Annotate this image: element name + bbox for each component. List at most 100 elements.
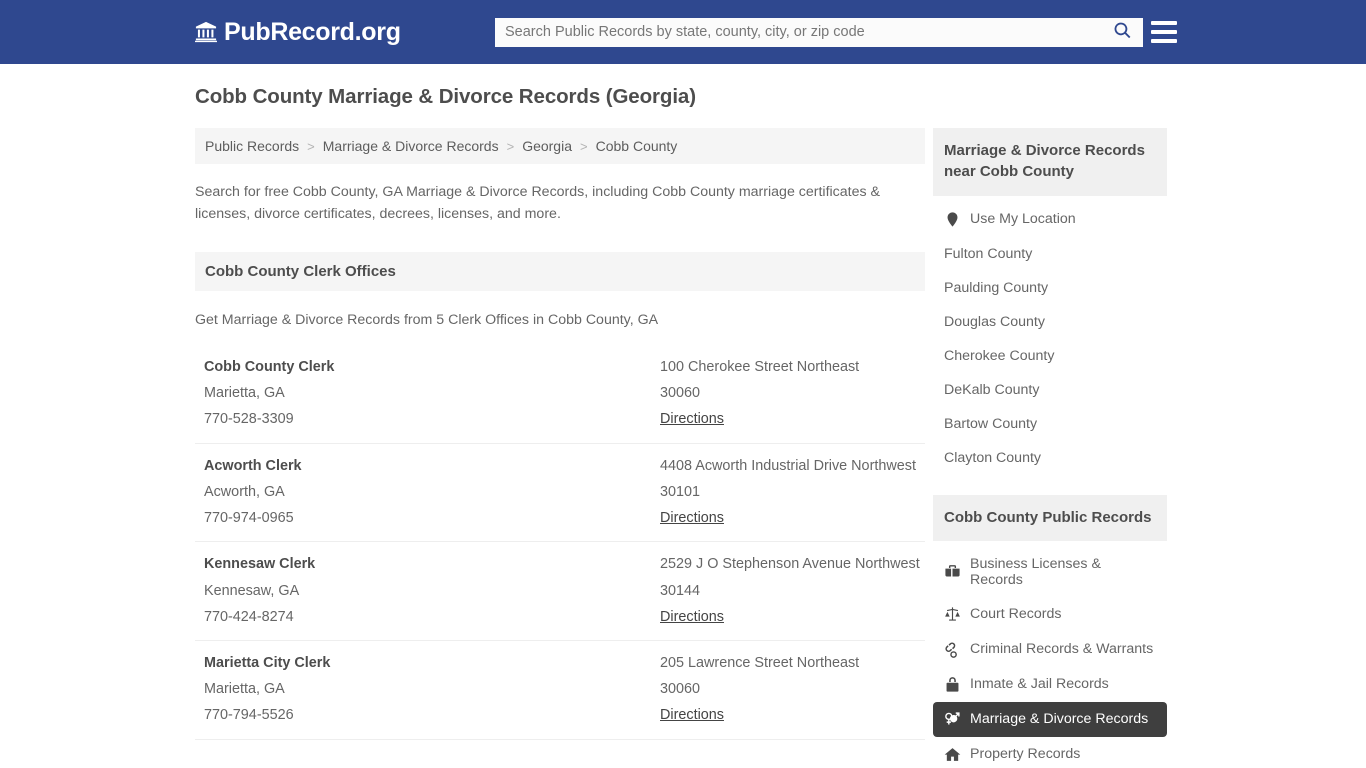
search-input[interactable] bbox=[495, 17, 1101, 47]
clerk-office-info: Kennesaw Clerk Kennesaw, GA 770-424-8274 bbox=[195, 551, 660, 630]
sidebar-nearby-links: Use My Location Fulton County Paulding Cou… bbox=[933, 196, 1167, 475]
clerk-office-zip: 30060 bbox=[660, 385, 701, 402]
search-bar[interactable] bbox=[495, 17, 1143, 47]
clerk-office-address: 4408 Acworth Industrial Drive Northwest bbox=[660, 457, 916, 474]
search-button[interactable] bbox=[1101, 18, 1143, 47]
search-icon bbox=[1113, 21, 1132, 43]
briefcase-icon bbox=[944, 563, 961, 580]
clerk-office-name: Kennesaw Clerk bbox=[204, 556, 316, 573]
handcuffs-icon bbox=[944, 641, 961, 658]
directions-link[interactable]: Directions bbox=[660, 406, 724, 432]
page-title: Cobb County Marriage & Divorce Records (… bbox=[195, 85, 696, 108]
clerk-office-row: Marietta City Clerk Marietta, GA 770-794-5… bbox=[195, 641, 925, 740]
site-logo-text: PubRecord.org bbox=[224, 17, 401, 46]
clerk-office-row: Cobb County Clerk Marietta, GA 770-528-330… bbox=[195, 345, 925, 444]
page-intro: Search for free Cobb County, GA Marriage… bbox=[195, 184, 880, 222]
clerk-office-address: 100 Cherokee Street Northeast bbox=[660, 359, 860, 375]
clerk-office-phone[interactable]: 770-424-8274 bbox=[204, 604, 660, 630]
clerk-office-zip: 30144 bbox=[660, 582, 701, 599]
sidebar-nearby-item-label: Fulton County bbox=[944, 245, 1033, 262]
clerk-offices-subheading: Get Marriage & Divorce Records from 5 Cl… bbox=[195, 312, 659, 328]
directions-link[interactable]: Directions bbox=[660, 505, 724, 531]
clerk-office-info: Acworth Clerk Acworth, GA 770-974-0965 bbox=[195, 453, 660, 532]
sidebar-record-item-business-licenses-records[interactable]: Business Licenses & Records bbox=[933, 547, 1167, 597]
clerk-office-city: Kennesaw, GA bbox=[204, 582, 300, 599]
clerk-offices-heading: Cobb County Clerk Offices bbox=[195, 252, 925, 291]
sidebar-nearby-item-label: DeKalb County bbox=[944, 381, 1040, 398]
sidebar-nearby-item-bartow-county[interactable]: Bartow County bbox=[933, 407, 1167, 441]
clerk-office-row: Acworth Clerk Acworth, GA 770-974-0965 4408… bbox=[195, 444, 925, 543]
menu-bar-1 bbox=[1151, 21, 1177, 25]
breadcrumb-item[interactable]: Georgia bbox=[522, 138, 572, 154]
sidebar-record-item-court-records[interactable]: Court Records bbox=[933, 597, 1167, 632]
clerk-office-address-block: 2529 J O Stephenson Avenue Northwest 3014… bbox=[660, 551, 925, 630]
clerk-office-info: Marietta City Clerk Marietta, GA 770-794-5… bbox=[195, 650, 660, 729]
page-body: Cobb County Marriage & Divorce Records (… bbox=[0, 64, 1366, 768]
breadcrumb: Public Records > Marriage & Divorce Record… bbox=[195, 128, 925, 164]
clerk-office-phone[interactable]: 770-794-5526 bbox=[204, 702, 660, 728]
clerk-office-address-block: 100 Cherokee Street Northeast 30060 Direct… bbox=[660, 354, 925, 433]
sidebar-nearby-heading: Marriage & Divorce Records near Cobb Cou… bbox=[933, 128, 1167, 196]
clerk-office-zip: 30101 bbox=[660, 483, 701, 500]
breadcrumb-item[interactable]: Marriage & Divorce Records bbox=[323, 138, 499, 154]
clerk-office-name: Acworth Clerk bbox=[204, 457, 302, 474]
breadcrumb-separator: > bbox=[580, 138, 588, 154]
clerk-office-address-block: 4408 Acworth Industrial Drive Northwest 3… bbox=[660, 453, 925, 532]
menu-bar-2 bbox=[1151, 30, 1177, 34]
sidebar-public-records-section: Cobb County Public Records Business Lice… bbox=[933, 494, 1167, 768]
sidebar-nearby-item-dekalb-county[interactable]: DeKalb County bbox=[933, 373, 1167, 407]
clerk-office-city: Acworth, GA bbox=[204, 483, 285, 500]
site-header: PubRecord.org bbox=[0, 0, 1366, 64]
menu-bar-3 bbox=[1151, 39, 1177, 43]
clerk-office-info: Cobb County Clerk Marietta, GA 770-528-330… bbox=[195, 354, 660, 433]
clerk-office-row: Kennesaw Clerk Kennesaw, GA 770-424-8274 25… bbox=[195, 542, 925, 641]
sidebar-nearby-item-cherokee-county[interactable]: Cherokee County bbox=[933, 339, 1167, 373]
sidebar-record-item-property-records[interactable]: Property Records bbox=[933, 737, 1167, 768]
sidebar-nearby-item-label: Cherokee County bbox=[944, 347, 1055, 364]
sidebar-nearby-item-clayton-county[interactable]: Clayton County bbox=[933, 441, 1167, 475]
clerk-office-address: 205 Lawrence Street Northeast bbox=[660, 654, 860, 671]
main-content: Public Records > Marriage & Divorce Record… bbox=[195, 128, 925, 768]
lock-icon bbox=[944, 676, 961, 693]
clerk-office-name: Marietta City Clerk bbox=[204, 654, 331, 671]
breadcrumb-item[interactable]: Public Records bbox=[205, 138, 299, 154]
sidebar-nearby-item-paulding-county[interactable]: Paulding County bbox=[933, 271, 1167, 305]
sidebar-record-item-inmate-jail-records[interactable]: Inmate & Jail Records bbox=[933, 667, 1167, 702]
clerk-office-phone[interactable]: 770-974-0965 bbox=[204, 505, 660, 531]
breadcrumb-item[interactable]: Cobb County bbox=[596, 138, 678, 154]
breadcrumb-separator: > bbox=[506, 138, 515, 154]
sidebar-nearby-item-use-my-location[interactable]: Use My Location bbox=[933, 202, 1167, 237]
clerk-office-phone[interactable]: 770-528-3309 bbox=[204, 406, 660, 432]
house-icon bbox=[944, 746, 961, 763]
site-logo[interactable]: PubRecord.org bbox=[195, 17, 401, 46]
sidebar-record-item-label: Property Records bbox=[970, 746, 1081, 763]
venus-mars-icon bbox=[944, 711, 961, 728]
sidebar-record-item-label: Court Records bbox=[970, 606, 1062, 623]
hamburger-menu-icon[interactable] bbox=[1151, 21, 1177, 43]
clerk-office-zip: 30060 bbox=[660, 681, 701, 698]
breadcrumb-separator: > bbox=[307, 138, 315, 154]
directions-link[interactable]: Directions bbox=[660, 702, 724, 728]
clerk-offices-list: Cobb County Clerk Marietta, GA 770-528-330… bbox=[195, 345, 925, 768]
sidebar-nearby-item-label: Paulding County bbox=[944, 279, 1049, 296]
sidebar-record-item-label: Business Licenses & Records bbox=[970, 555, 1101, 588]
bank-building-icon bbox=[195, 20, 217, 44]
content-columns: Public Records > Marriage & Divorce Record… bbox=[0, 128, 1366, 768]
clerk-office-name: Cobb County Clerk bbox=[204, 359, 335, 375]
sidebar-nearby-item-douglas-county[interactable]: Douglas County bbox=[933, 305, 1167, 339]
clerk-office-city: Marietta, GA bbox=[204, 681, 285, 698]
clerk-office-city: Marietta, GA bbox=[204, 385, 285, 402]
clerk-office-info bbox=[195, 749, 660, 768]
map-pin-icon bbox=[944, 211, 961, 228]
sidebar-record-item-criminal-records-warrants[interactable]: Criminal Records & Warrants bbox=[933, 632, 1167, 667]
sidebar-record-item-marriage-divorce-records[interactable]: Marriage & Divorce Records bbox=[933, 701, 1167, 737]
sidebar-nearby-item-label: Use My Location bbox=[970, 211, 1076, 228]
sidebar-record-item-label: Inmate & Jail Records bbox=[970, 676, 1109, 693]
sidebar-public-records-links: Business Licenses & Records Court Records… bbox=[933, 541, 1167, 768]
sidebar-nearby-item-label: Clayton County bbox=[944, 449, 1041, 466]
sidebar-nearby-item-fulton-county[interactable]: Fulton County bbox=[933, 237, 1167, 271]
directions-link[interactable]: Directions bbox=[660, 604, 724, 630]
sidebar-nearby-item-label: Bartow County bbox=[944, 415, 1038, 432]
clerk-office-address: 200 Village Green Circle bbox=[660, 762, 925, 768]
clerk-office-address: 2529 J O Stephenson Avenue Northwest bbox=[660, 556, 920, 573]
